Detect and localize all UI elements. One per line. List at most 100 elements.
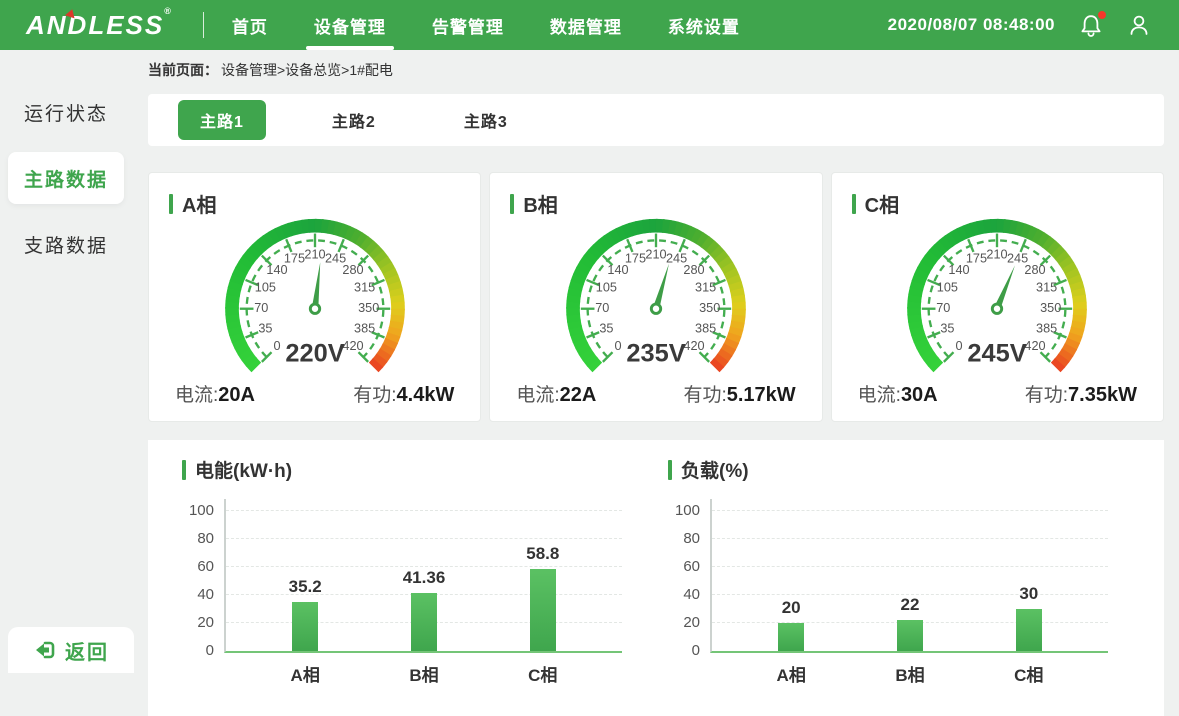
x-category-label: A相 xyxy=(291,661,320,686)
registered-mark: ® xyxy=(164,6,173,16)
bar-C相 xyxy=(530,569,556,651)
phase-gauge-0: 03570105140175210245280315350385420220V xyxy=(217,214,413,380)
y-tick-label: 0 xyxy=(692,643,700,658)
y-axis-labels: 020406080100 xyxy=(182,499,224,651)
y-tick-label: 100 xyxy=(189,503,214,518)
current-stat: 电流:20A xyxy=(175,380,255,407)
bar-C相 xyxy=(1016,609,1042,651)
x-category-label: C相 xyxy=(1014,661,1043,686)
back-arrow-icon xyxy=(33,638,57,662)
svg-text:350: 350 xyxy=(1040,301,1061,315)
title-accent-bar xyxy=(182,460,186,480)
svg-text:350: 350 xyxy=(699,301,720,315)
phase-card-title-text: C相 xyxy=(865,189,899,218)
nav-item-4[interactable]: 系统设置 xyxy=(668,0,740,50)
gauge-value: 245V xyxy=(968,339,1027,367)
user-icon[interactable] xyxy=(1127,13,1151,38)
bar-value-label: 41.36 xyxy=(403,569,446,586)
svg-text:210: 210 xyxy=(304,247,325,261)
y-tick-label: 20 xyxy=(197,615,214,630)
svg-text:35: 35 xyxy=(599,322,613,336)
nav-item-1[interactable]: 设备管理 xyxy=(314,0,386,50)
gridline xyxy=(712,538,1108,539)
main-content: 主路1主路2主路3 A相 035701051401752102452803153… xyxy=(148,94,1164,716)
power-stat: 有功:5.17kW xyxy=(683,380,795,407)
chart-title-text: 电能(kW·h) xyxy=(195,456,292,483)
svg-text:385: 385 xyxy=(1036,322,1057,336)
svg-text:0: 0 xyxy=(614,339,621,353)
y-tick-label: 80 xyxy=(197,531,214,546)
bar-A相 xyxy=(292,602,318,651)
topbar-right: 2020/08/07 08:48:00 xyxy=(888,13,1151,38)
phase-card-2: C相 0357010514017521024528031535038542024… xyxy=(831,172,1164,422)
phase-gauge-1: 03570105140175210245280315350385420235V xyxy=(558,214,754,380)
tab-1[interactable]: 主路2 xyxy=(310,100,398,140)
svg-text:210: 210 xyxy=(645,247,666,261)
gauge-card-row: A相 0357010514017521024528031535038542022… xyxy=(148,172,1164,422)
topbar-divider xyxy=(203,12,204,38)
sidebar-item-2[interactable]: 支路数据 xyxy=(8,218,124,270)
y-tick-label: 60 xyxy=(197,559,214,574)
brand-logo[interactable]: ANDLESS® xyxy=(26,10,173,41)
y-tick-label: 100 xyxy=(675,503,700,518)
svg-text:0: 0 xyxy=(956,339,963,353)
svg-text:280: 280 xyxy=(1025,263,1046,277)
chart-title: 电能(kW·h) xyxy=(182,456,622,483)
svg-text:315: 315 xyxy=(354,281,375,295)
y-tick-label: 80 xyxy=(683,531,700,546)
svg-text:175: 175 xyxy=(284,251,305,265)
svg-text:35: 35 xyxy=(941,322,955,336)
nav-item-0[interactable]: 首页 xyxy=(232,0,268,50)
gridline xyxy=(712,510,1108,511)
svg-text:385: 385 xyxy=(354,322,375,336)
svg-text:280: 280 xyxy=(342,263,363,277)
y-tick-label: 40 xyxy=(683,587,700,602)
bar-chart-1: 负载(%) 020406080100 20A相22B相30C相 xyxy=(668,456,1154,716)
y-tick-label: 60 xyxy=(683,559,700,574)
title-accent-bar xyxy=(852,194,856,214)
y-tick-label: 40 xyxy=(197,587,214,602)
y-tick-label: 20 xyxy=(683,615,700,630)
plot-area: 35.2A相41.36B相58.8C相 xyxy=(224,499,622,653)
svg-text:70: 70 xyxy=(595,301,609,315)
notification-dot xyxy=(1098,11,1106,19)
gauge-needle xyxy=(311,262,320,309)
svg-text:105: 105 xyxy=(596,281,617,295)
bar-A相 xyxy=(778,623,804,651)
svg-text:0: 0 xyxy=(273,339,280,353)
breadcrumb-path: 设备管理>设备总览>1#配电 xyxy=(221,60,393,80)
svg-text:420: 420 xyxy=(1025,339,1046,353)
charts-panel: 电能(kW·h) 0 20 40 60 80 100 35.2A相41.36B相58.8C… xyxy=(148,440,1164,716)
nav-item-3[interactable]: 数据管理 xyxy=(550,0,622,50)
tab-0[interactable]: 主路1 xyxy=(178,100,266,140)
gauge-value: 235V xyxy=(626,339,685,367)
sidebar-item-1[interactable]: 主路数据 xyxy=(8,152,124,204)
sidebar-item-0[interactable]: 运行状态 xyxy=(8,86,124,138)
datetime-display: 2020/08/07 08:48:00 xyxy=(888,15,1055,35)
tab-2[interactable]: 主路3 xyxy=(442,100,530,140)
phase-card-1: B相 0357010514017521024528031535038542023… xyxy=(489,172,822,422)
bar-B相 xyxy=(411,593,437,651)
notification-bell-icon[interactable] xyxy=(1080,13,1102,38)
title-accent-bar xyxy=(169,194,173,214)
back-button-label: 返回 xyxy=(65,636,109,665)
bar-chart-0: 电能(kW·h) 020406080100 35.2A相41.36B相58.8C… xyxy=(182,456,668,716)
svg-text:210: 210 xyxy=(987,247,1008,261)
gridline xyxy=(226,510,622,511)
svg-text:280: 280 xyxy=(683,263,704,277)
power-stat: 有功:4.4kW xyxy=(353,380,454,407)
x-category-label: C相 xyxy=(528,661,557,686)
power-stat: 有功:7.35kW xyxy=(1025,380,1137,407)
nav-item-2[interactable]: 告警管理 xyxy=(432,0,504,50)
top-nav: 首页设备管理告警管理数据管理系统设置 xyxy=(232,0,740,50)
phase-stats: 电流:22A 有功:5.17kW xyxy=(490,380,821,407)
plot-wrap: 020406080100 20A相22B相30C相 xyxy=(668,499,1108,653)
svg-text:105: 105 xyxy=(937,281,958,295)
svg-text:105: 105 xyxy=(254,281,275,295)
gridline xyxy=(712,566,1108,567)
svg-text:70: 70 xyxy=(937,301,951,315)
back-button[interactable]: 返回 xyxy=(8,627,134,673)
x-category-label: B相 xyxy=(409,661,438,686)
gridline xyxy=(226,538,622,539)
phase-card-0: A相 0357010514017521024528031535038542022… xyxy=(148,172,481,422)
